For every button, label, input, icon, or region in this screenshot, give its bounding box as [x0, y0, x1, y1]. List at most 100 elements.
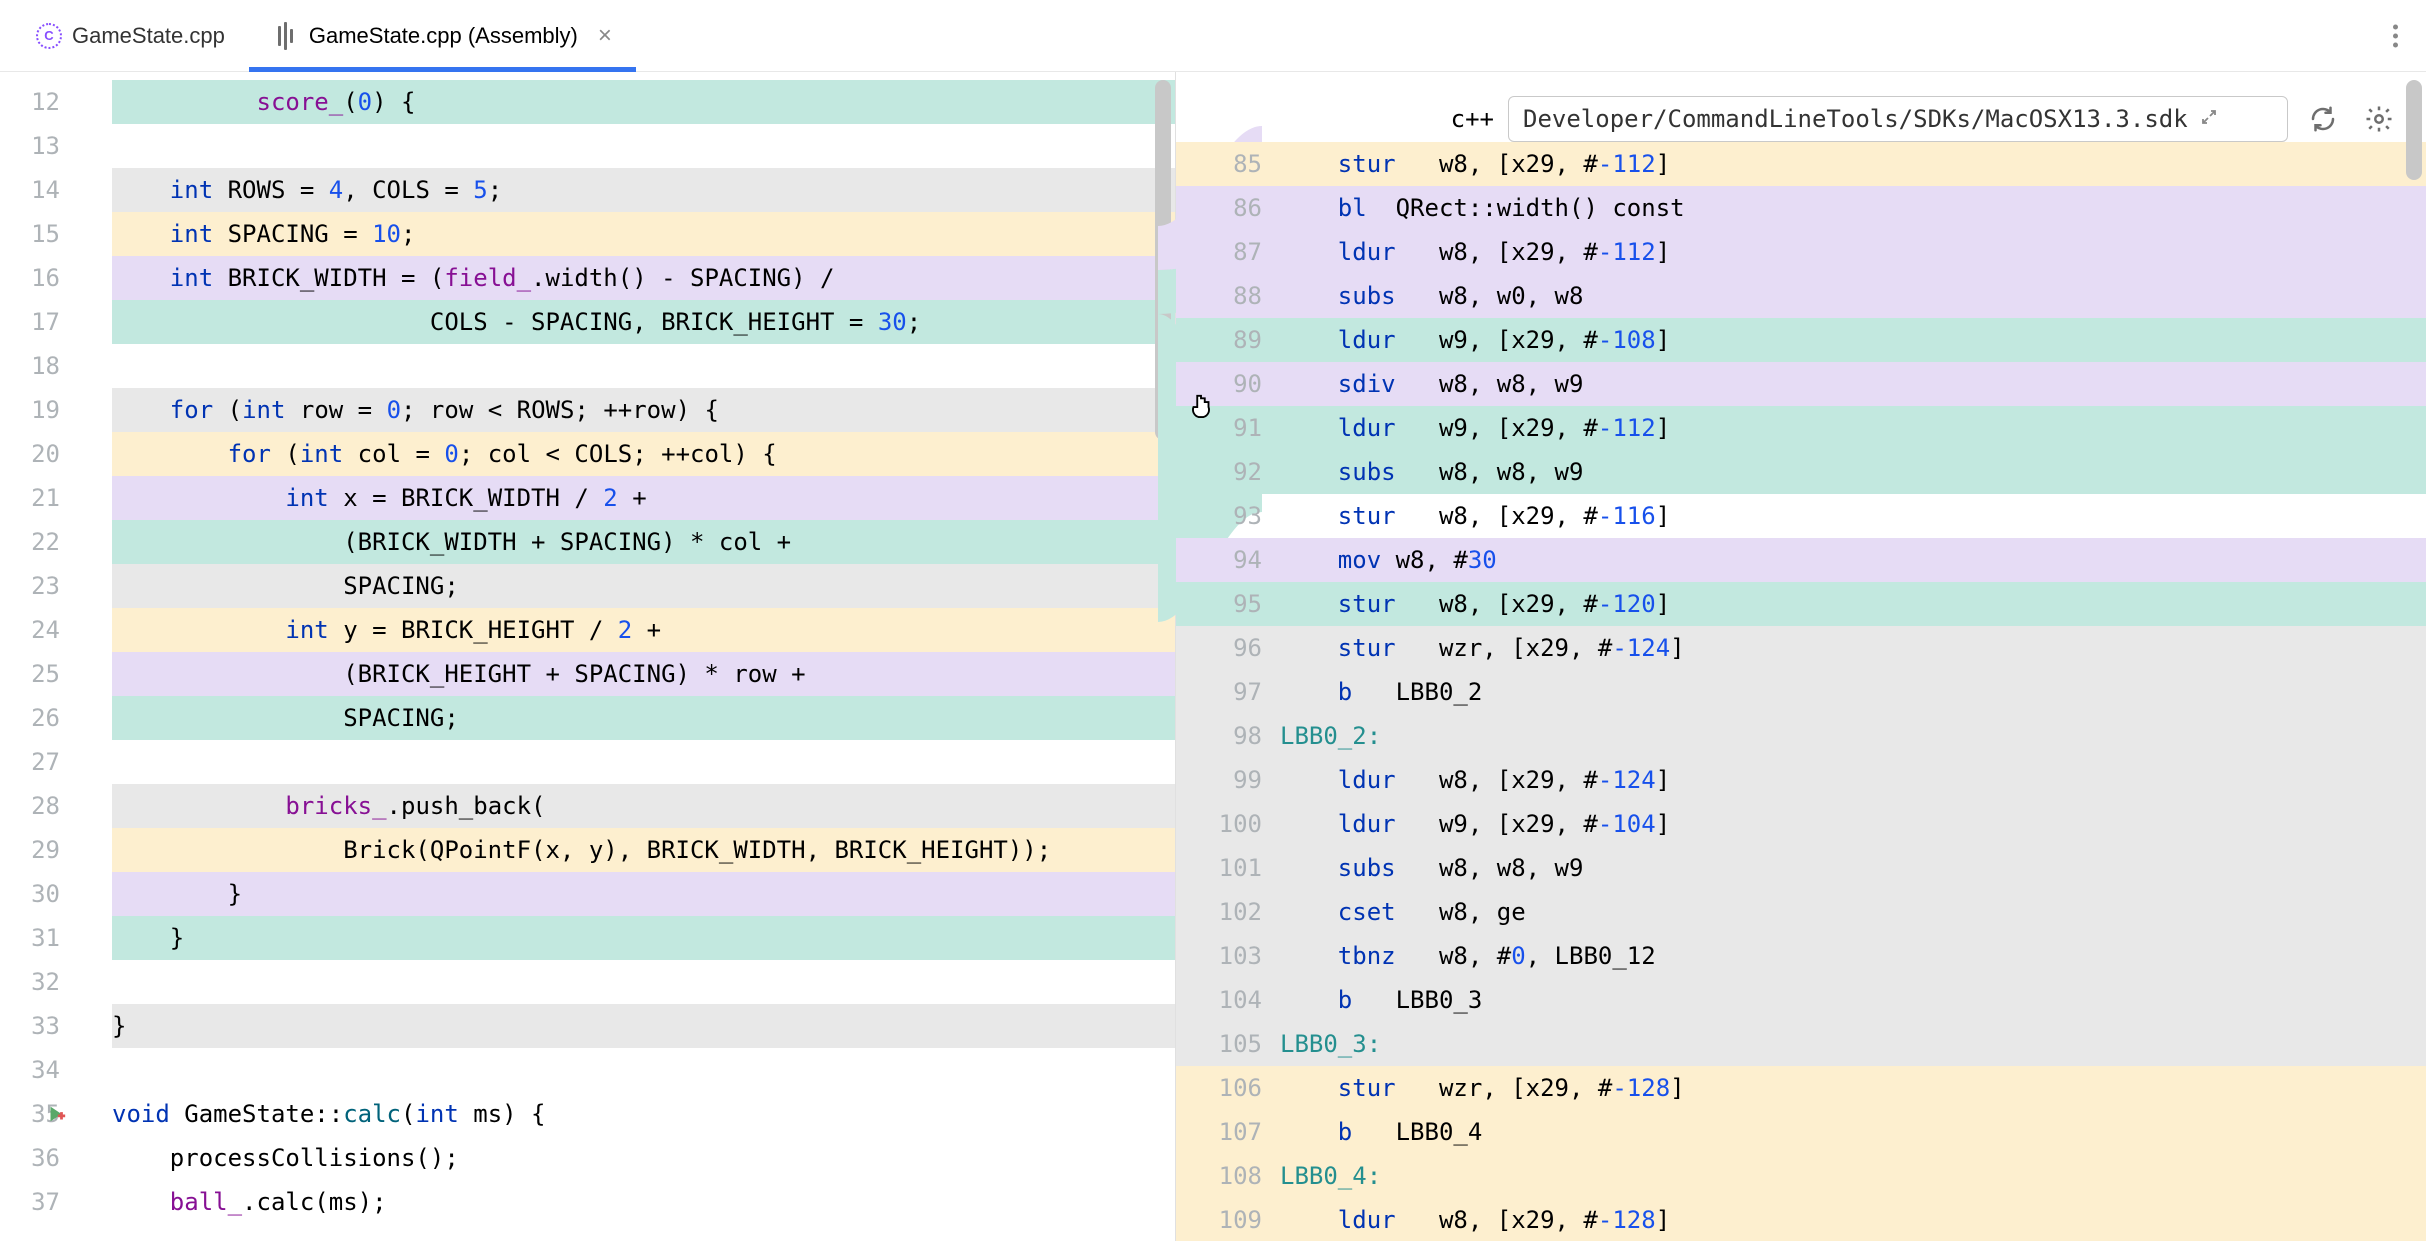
line-number: 15 — [0, 220, 70, 248]
code-text: void GameState::calc(int ms) { — [70, 1100, 1175, 1128]
code-line[interactable]: 33} — [0, 1004, 1175, 1048]
code-line[interactable]: 21 int x = BRICK_WIDTH / 2 + — [0, 476, 1175, 520]
close-icon[interactable]: × — [598, 22, 612, 50]
line-number: 87 — [1176, 238, 1272, 266]
line-number: 20 — [0, 440, 70, 468]
code-text: b LBB0_2 — [1272, 678, 2426, 706]
code-line[interactable]: 96 stur wzr, [x29, #-124] — [1176, 626, 2426, 670]
code-line[interactable]: 13 — [0, 124, 1175, 168]
code-line[interactable]: 97 b LBB0_2 — [1176, 670, 2426, 714]
code-text: int y = BRICK_HEIGHT / 2 + — [70, 616, 1175, 644]
code-text: ldur w9, [x29, #-104] — [1272, 810, 2426, 838]
code-line[interactable]: 92 subs w8, w8, w9 — [1176, 450, 2426, 494]
code-line[interactable]: 88 subs w8, w0, w8 — [1176, 274, 2426, 318]
line-number: 28 — [0, 792, 70, 820]
code-text: LBB0_4: — [1272, 1162, 2426, 1190]
code-line[interactable]: 17 COLS - SPACING, BRICK_HEIGHT = 30; — [0, 300, 1175, 344]
line-number: 109 — [1176, 1206, 1272, 1234]
line-number: 22 — [0, 528, 70, 556]
code-line[interactable]: 25 (BRICK_HEIGHT + SPACING) * row + — [0, 652, 1175, 696]
line-number: 25 — [0, 660, 70, 688]
code-line[interactable]: 14 int ROWS = 4, COLS = 5; — [0, 168, 1175, 212]
line-number: 12 — [0, 88, 70, 116]
code-line[interactable]: 109 ldur w8, [x29, #-128] — [1176, 1198, 2426, 1241]
kebab-menu-icon[interactable] — [2393, 24, 2398, 47]
line-number: 90 — [1176, 370, 1272, 398]
line-number: 33 — [0, 1012, 70, 1040]
code-line[interactable]: 28 bricks_.push_back( — [0, 784, 1175, 828]
code-text: ball_.calc(ms); — [70, 1188, 1175, 1216]
code-line[interactable]: 101 subs w8, w8, w9 — [1176, 846, 2426, 890]
line-number: 17 — [0, 308, 70, 336]
tab-gamestate-assembly[interactable]: GameState.cpp (Assembly) × — [249, 0, 636, 71]
code-line[interactable]: 32 — [0, 960, 1175, 1004]
code-text: for (int col = 0; col < COLS; ++col) { — [70, 440, 1175, 468]
code-line[interactable]: 22 (BRICK_WIDTH + SPACING) * col + — [0, 520, 1175, 564]
code-text: tbnz w8, #0, LBB0_12 — [1272, 942, 2426, 970]
scrollbar[interactable] — [1155, 80, 1171, 440]
code-line[interactable]: 94 mov w8, #30 — [1176, 538, 2426, 582]
code-line[interactable]: 12 score_(0) { — [0, 80, 1175, 124]
run-gutter-icon[interactable] — [40, 1098, 72, 1130]
code-line[interactable]: 108LBB0_4: — [1176, 1154, 2426, 1198]
code-line[interactable]: 86 bl QRect::width() const — [1176, 186, 2426, 230]
line-number: 92 — [1176, 458, 1272, 486]
code-line[interactable]: 35void GameState::calc(int ms) { — [0, 1092, 1175, 1136]
line-number: 16 — [0, 264, 70, 292]
code-line[interactable]: 24 int y = BRICK_HEIGHT / 2 + — [0, 608, 1175, 652]
code-text: sdiv w8, w8, w9 — [1272, 370, 2426, 398]
code-text: stur w8, [x29, #-116] — [1272, 502, 2426, 530]
code-line[interactable]: 20 for (int col = 0; col < COLS; ++col) … — [0, 432, 1175, 476]
code-line[interactable]: 103 tbnz w8, #0, LBB0_12 — [1176, 934, 2426, 978]
code-text: subs w8, w8, w9 — [1272, 854, 2426, 882]
line-number: 26 — [0, 704, 70, 732]
code-line[interactable]: 29 Brick(QPointF(x, y), BRICK_WIDTH, BRI… — [0, 828, 1175, 872]
code-text: ldur w9, [x29, #-112] — [1272, 414, 2426, 442]
assembly-pane[interactable]: 85 stur w8, [x29, #-112]86 bl QRect::wid… — [1176, 72, 2426, 1241]
code-line[interactable]: 16 int BRICK_WIDTH = (field_.width() - S… — [0, 256, 1175, 300]
code-line[interactable]: 23 SPACING; — [0, 564, 1175, 608]
code-line[interactable]: 18 — [0, 344, 1175, 388]
code-line[interactable]: 89 ldur w9, [x29, #-108] — [1176, 318, 2426, 362]
line-number: 108 — [1176, 1162, 1272, 1190]
code-line[interactable]: 93 stur w8, [x29, #-116] — [1176, 494, 2426, 538]
code-text: bricks_.push_back( — [70, 792, 1175, 820]
code-line[interactable]: 104 b LBB0_3 — [1176, 978, 2426, 1022]
code-line[interactable]: 90 sdiv w8, w8, w9 — [1176, 362, 2426, 406]
code-line[interactable]: 27 — [0, 740, 1175, 784]
code-line[interactable]: 87 ldur w8, [x29, #-112] — [1176, 230, 2426, 274]
code-line[interactable]: 30 } — [0, 872, 1175, 916]
code-line[interactable]: 34 — [0, 1048, 1175, 1092]
code-line[interactable]: 85 stur w8, [x29, #-112] — [1176, 142, 2426, 186]
code-text: stur wzr, [x29, #-124] — [1272, 634, 2426, 662]
line-number: 34 — [0, 1056, 70, 1084]
line-number: 95 — [1176, 590, 1272, 618]
code-line[interactable]: 15 int SPACING = 10; — [0, 212, 1175, 256]
code-line[interactable]: 19 for (int row = 0; row < ROWS; ++row) … — [0, 388, 1175, 432]
line-number: 104 — [1176, 986, 1272, 1014]
code-text: processCollisions(); — [70, 1144, 1175, 1172]
code-line[interactable]: 99 ldur w8, [x29, #-124] — [1176, 758, 2426, 802]
code-line[interactable]: 106 stur wzr, [x29, #-128] — [1176, 1066, 2426, 1110]
tab-gamestate-cpp[interactable]: C GameState.cpp — [12, 0, 249, 71]
code-text: (BRICK_WIDTH + SPACING) * col + — [70, 528, 1175, 556]
line-number: 99 — [1176, 766, 1272, 794]
code-line[interactable]: 36 processCollisions(); — [0, 1136, 1175, 1180]
scrollbar[interactable] — [2406, 80, 2422, 180]
tab-label: GameState.cpp (Assembly) — [309, 23, 578, 49]
code-line[interactable]: 105LBB0_3: — [1176, 1022, 2426, 1066]
source-pane[interactable]: 12 score_(0) {1314 int ROWS = 4, COLS = … — [0, 72, 1176, 1241]
tab-bar: C GameState.cpp GameState.cpp (Assembly)… — [0, 0, 2426, 72]
code-line[interactable]: 107 b LBB0_4 — [1176, 1110, 2426, 1154]
line-number: 21 — [0, 484, 70, 512]
code-line[interactable]: 102 cset w8, ge — [1176, 890, 2426, 934]
code-line[interactable]: 37 ball_.calc(ms); — [0, 1180, 1175, 1224]
code-line[interactable]: 31 } — [0, 916, 1175, 960]
code-text: ldur w8, [x29, #-128] — [1272, 1206, 2426, 1234]
code-line[interactable]: 98LBB0_2: — [1176, 714, 2426, 758]
code-line[interactable]: 100 ldur w9, [x29, #-104] — [1176, 802, 2426, 846]
code-text: ldur w8, [x29, #-112] — [1272, 238, 2426, 266]
code-line[interactable]: 91 ldur w9, [x29, #-112] — [1176, 406, 2426, 450]
code-line[interactable]: 26 SPACING; — [0, 696, 1175, 740]
code-line[interactable]: 95 stur w8, [x29, #-120] — [1176, 582, 2426, 626]
